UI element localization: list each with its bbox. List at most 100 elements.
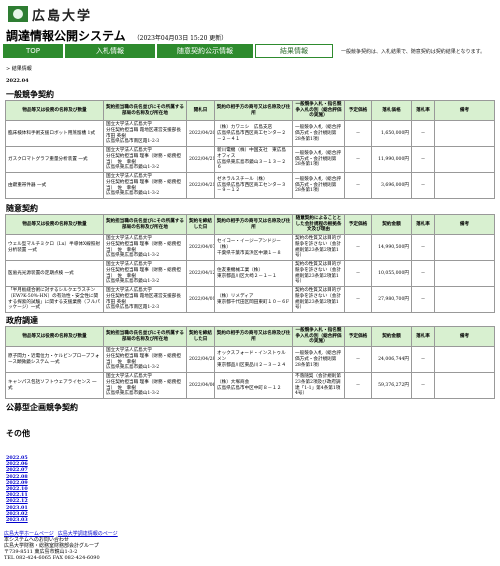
section-govt: 政府調達 [6,316,38,325]
cell-price: 24,006,744円 [371,346,412,374]
section-general: 一般競争契約 [6,90,54,99]
cell-date: 2022/04/28 [186,346,215,374]
column-header: 予定価格 [344,213,372,236]
column-header: 一般競争入札・指名競争入札の別（総合評価の実施） [292,99,345,122]
cell-price: 14,990,500円 [371,234,412,262]
table-row: 臨床検体科手術支援ロボット用蒸留槽 1式 国立大学法人広島大学 分任契約担当職 霞… [5,120,495,148]
cell-officer: 国立大学法人広島大学 分任契約担当職 霞地区運営支援部長 市田 英樹 広島県広島… [103,286,187,314]
title-row: 調達情報公開システム （2023年04月03日 15:20 更新） [6,27,227,44]
cell-rate: － [411,346,435,374]
column-header: 契約金額 [371,325,412,348]
cell-name: 「半月板縫合術に対するシルクエラスチン（EW?K-50%-HN）の有効性・安全性… [5,286,104,314]
cell-note [434,286,495,314]
table-row: キャンパス包括ソフトウェアライセンス 一式 国立大学法人広島大学 分任契約担当職 … [5,372,495,400]
cell-type: 不落随契（会計規則第23条第2項及び政府調達「1-1」第4条第1項4号） [292,372,345,400]
cell-estimate: － [344,286,372,314]
cell-rate: － [411,286,435,314]
cell-type: 契約の性質又は目的が競争を許さない（会計規則第23条第2項第1号） [292,286,345,314]
year-month-heading: 2022.04 [6,78,29,84]
cell-price: 27,980,700円 [371,286,412,314]
section-public-plan: 公募型企画競争契約 [6,403,78,412]
cell-rate: － [411,260,435,288]
column-header: 落札率 [411,213,435,236]
cell-rate: － [411,234,435,262]
cell-type: 契約の性質又は目的が競争を許さない（会計規則第23条第2項第1号） [292,260,345,288]
tab-negotiated-notice[interactable]: 随意契約公示情報 [157,44,253,58]
table-row: 医歯光光源装置の定期点検 一式 国立大学法人広島大学 分任契約担当職 理事（財務・… [5,260,495,288]
cell-estimate: － [344,172,372,200]
updated-timestamp: （2023年04月03日 15:20 更新） [133,35,228,42]
column-header: 契約担当職の氏名並びにその所属する部局の名称及び所在地 [103,99,187,122]
cell-date: 2022/04/06 [186,372,215,400]
cell-officer: 国立大学法人広島大学 分任契約担当職 理事（財務・総務担当） 佐 幸樹 広島県東… [103,146,187,174]
cell-date: 2022/04/21 [186,146,215,174]
month-link-list: 2022.05 2022.06 2022.07 2022.08 2022.09 2022.… [6,455,28,523]
table-row: ガスクロマトグラフ重量分析装置 一式 国立大学法人広島大学 分任契約担当職 理事（… [5,146,495,174]
column-header: 契約を締結した日 [186,325,215,348]
cell-rate: － [411,372,435,400]
cell-date: 2022/04/20 [186,120,215,148]
month-link[interactable]: 2022.08 [6,474,28,480]
cell-date: 2022/04/21 [186,172,215,200]
cell-note [434,260,495,288]
footer: 広島大学ホームページ 広島大学調達情報のページ 本システムへのお問い合わせ 広島大… [4,531,122,561]
cell-price: 1,650,000円 [371,120,412,148]
cell-estimate: － [344,346,372,374]
cell-date: 2022/04/07 [186,234,215,262]
column-header: 備考 [434,213,495,236]
cell-rate: － [411,172,435,200]
section-negotiated: 随意契約 [6,204,38,213]
table-row: ウェル型マルチミクロ（Lu）半導体X線照射分析装置 一式 国立大学法人広島大学 分… [5,234,495,262]
cell-vendor: （株）カワニシ 広島支店 広島県広島市西区商工センター２－２－４１ [214,120,293,148]
cell-type: 一般競争入札（総合評価方式・会計規則第28条第1項） [292,172,345,200]
column-header: 備考 [434,325,495,348]
column-header: 備考 [434,99,495,122]
month-link[interactable]: 2022.12 [6,498,28,504]
cell-officer: 国立大学法人広島大学 分任契約担当職 霞地区運営支援部長 市田 英樹 広島県広島… [103,120,187,148]
university-logo-icon [8,6,28,22]
cell-name: ガスクロマトグラフ重量分析装置 一式 [5,146,104,174]
cell-vendor: （株）大塚商会 広島県広島市中区中町８－１２ [214,372,293,400]
column-header: 契約担当職の氏名並びにその所属する部局の名称及び所在地 [103,213,187,236]
breadcrumb[interactable]: > 結果情報 [6,65,32,72]
column-header: 契約の相手方の商号又は名称及び住所 [214,213,293,236]
cell-price: 10,055,000円 [371,260,412,288]
cell-vendor: セイコー・イージーアンドジー（株） 千葉県千葉市美浜区中瀬１－８ [214,234,293,262]
cell-rate: － [411,146,435,174]
cell-note [434,172,495,200]
general-contract-table: 物品等又は役務の名称及び数量 契約担当職の氏名並びにその所属する部局の名称及び所在… [5,99,495,200]
column-header: 契約を締結した日 [186,213,215,236]
cell-price: 3,696,000円 [371,172,412,200]
cell-officer: 国立大学法人広島大学 分任契約担当職 理事（財務・総務担当） 佐 幸樹 広島県東… [103,260,187,288]
cell-estimate: － [344,146,372,174]
cell-note [434,234,495,262]
cell-note [434,146,495,174]
tab-bid-info[interactable]: 入札情報 [65,44,155,58]
month-link[interactable]: 2022.07 [6,467,28,473]
cell-name: ウェル型マルチミクロ（Lu）半導体X線照射分析装置 一式 [5,234,104,262]
tab-results[interactable]: 結果情報 [255,44,333,58]
cell-vendor: （株）リメディア 東京都千代田区岡田東町１０－６F [214,286,293,314]
column-header: 一般競争入札・指名競争入札の別（総合評価の実施） [292,325,345,348]
month-link[interactable]: 2023.01 [6,505,28,511]
section-other: その他 [6,429,30,438]
cell-officer: 国立大学法人広島大学 分任契約担当職 理事（財務・総務担当） 佐 幸樹 広島県東… [103,372,187,400]
cell-estimate: － [344,234,372,262]
tab-top[interactable]: TOP [3,44,63,58]
column-header: 落札価格 [371,99,412,122]
cell-estimate: － [344,260,372,288]
column-header: 物品等又は役務の名称及び数量 [5,325,104,348]
column-header: 予定価格 [344,325,372,348]
cell-officer: 国立大学法人広島大学 分任契約担当職 理事（財務・総務担当） 佐 幸樹 広島県東… [103,234,187,262]
cell-name: 由鍵重帯件器 一式 [5,172,104,200]
cell-estimate: － [344,120,372,148]
cell-note [434,120,495,148]
cell-vendor: ゼネラルスチール（株） 広島県広島市西区商工センター３－９－１２ [214,172,293,200]
page-title: 調達情報公開システム [6,29,126,43]
column-header: 落札率 [411,99,435,122]
column-header: 契約金額 [371,213,412,236]
column-header: 契約の相手方の商号又は名称及び住所 [214,99,293,122]
table-row: 原子間力・近電位力・ケルビンプローブフォース顕微鏡システム 一式 国立大学法人広島… [5,346,495,374]
cell-date: 2022/04/12 [186,260,215,288]
month-link[interactable]: 2023.03 [6,517,28,523]
